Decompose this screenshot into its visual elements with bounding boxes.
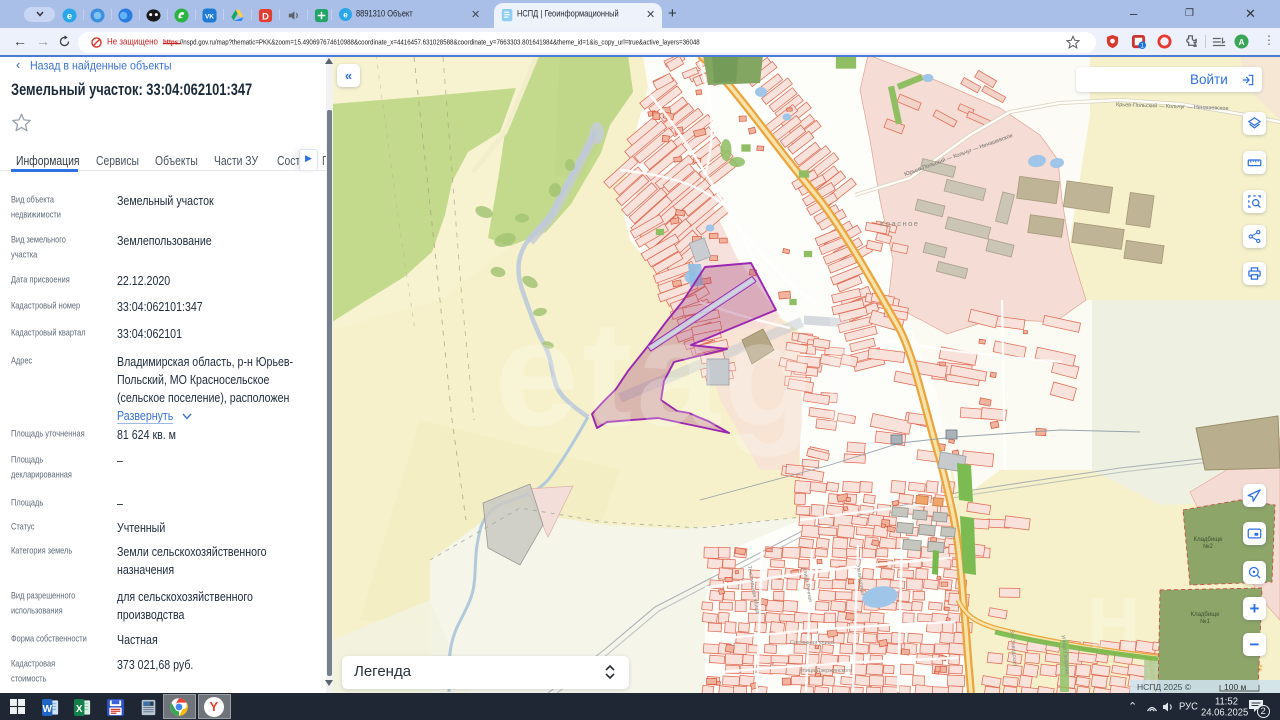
svg-text:Совхозная улица: Совхозная улица — [790, 640, 835, 646]
svg-text:100 м: 100 м — [1224, 682, 1247, 692]
svg-text:e: e — [343, 10, 348, 19]
svg-text:Н: Н — [1088, 584, 1140, 664]
svg-text:НСПД 2025 ©: НСПД 2025 © — [1137, 682, 1192, 692]
svg-text:№2: №2 — [1203, 543, 1213, 550]
svg-text:VK: VK — [205, 13, 214, 20]
svg-text:X: X — [76, 704, 83, 715]
svg-text:W: W — [42, 704, 52, 715]
svg-text:улица Дзержинского: улица Дзержинского — [800, 668, 852, 674]
svg-text:etagi: etagi — [495, 289, 865, 457]
svg-text:Красное: Красное — [880, 219, 919, 228]
svg-text:A: A — [1238, 37, 1244, 47]
svg-text:Кладбище: Кладбище — [1191, 612, 1220, 618]
svg-text:e: e — [67, 11, 72, 21]
svg-text:Кладбище: Кладбище — [1194, 537, 1223, 543]
svg-text:№1: №1 — [1200, 618, 1210, 625]
svg-text:D: D — [262, 11, 269, 21]
